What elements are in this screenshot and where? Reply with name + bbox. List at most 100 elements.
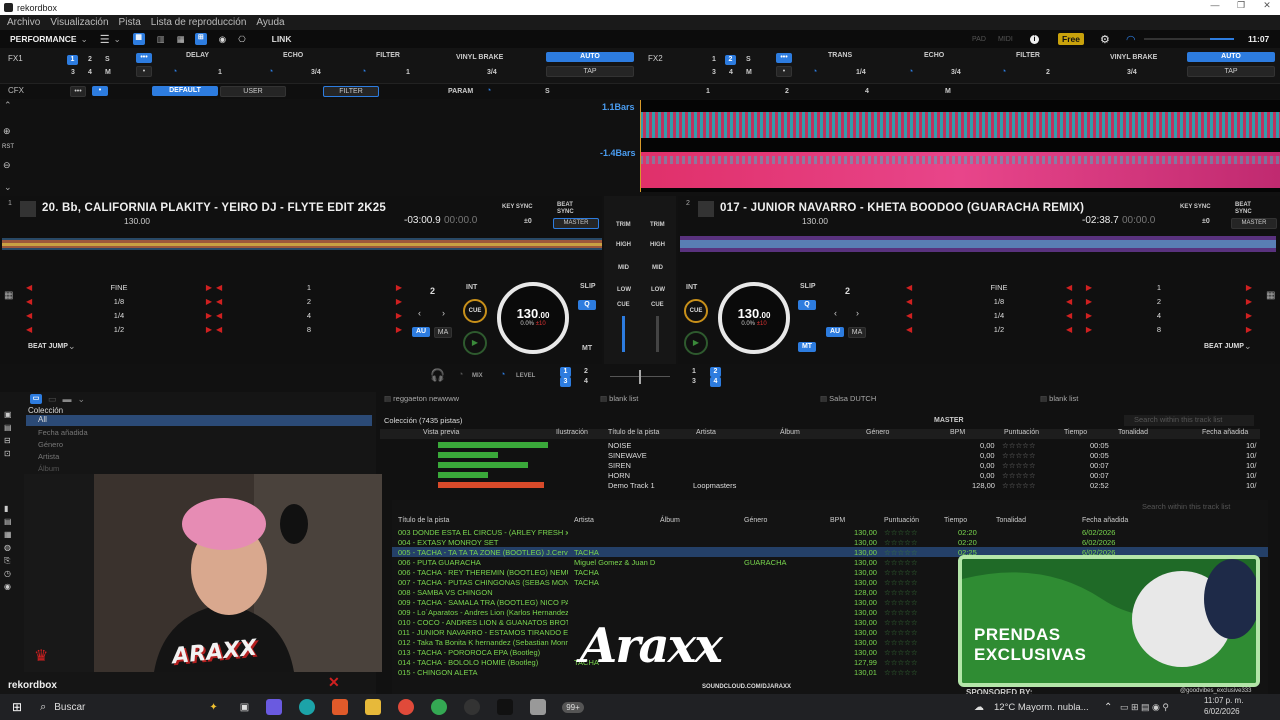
tray-icons[interactable]: ▭ ⊞ ▤ ◉ ⚲: [1120, 702, 1169, 713]
fx2-knob-1-icon[interactable]: ◔: [812, 66, 817, 76]
enlarged-waveform[interactable]: 1.1Bars -1.4Bars: [600, 100, 1280, 192]
mode-chevron-icon[interactable]: ⌄: [81, 34, 88, 45]
xf-assign-3[interactable]: 3: [560, 377, 571, 387]
fx1-btn-s[interactable]: S: [105, 56, 110, 63]
deck1-bj-fwd-4[interactable]: ▶: [396, 311, 402, 320]
sampler-icon[interactable]: ⎔: [238, 34, 245, 45]
layout-icon[interactable]: ☰: [100, 33, 110, 46]
fx2-btn-m[interactable]: M: [746, 69, 752, 76]
collection-icon[interactable]: ▣: [4, 408, 18, 421]
globe-icon[interactable]: ◍: [4, 541, 18, 554]
bookmark-icon[interactable]: ▮: [4, 502, 18, 515]
pl-col-artist[interactable]: Artista: [574, 517, 594, 524]
deck2-quantize-button[interactable]: Q: [798, 300, 816, 310]
fx2-btn-1[interactable]: 1: [712, 56, 716, 63]
deck1-bj-back-12[interactable]: ◀: [26, 325, 32, 334]
cfx-toggle-button[interactable]: •: [92, 86, 108, 96]
deck1-master-button[interactable]: MASTER: [553, 218, 599, 229]
cfx-filter-button[interactable]: FILTER: [323, 86, 379, 97]
copilot-app-icon[interactable]: [266, 699, 283, 715]
record-icon[interactable]: ◉: [219, 34, 226, 45]
deck1-int-button[interactable]: INT: [466, 284, 477, 291]
deck1-loop-prev-icon[interactable]: ‹: [418, 308, 421, 318]
maximize-button[interactable]: ❐: [1228, 0, 1254, 11]
col-rating[interactable]: Puntuación: [1004, 429, 1039, 436]
menu-archivo[interactable]: Archivo: [7, 17, 40, 28]
tiktok-icon[interactable]: [497, 699, 514, 715]
deck1-bj-back-fine[interactable]: ◀: [26, 283, 32, 292]
deck2-beat-jump-chevron-icon[interactable]: ⌄: [1244, 341, 1252, 352]
midi-button[interactable]: MIDI: [998, 36, 1013, 43]
deck1-key-sync[interactable]: KEY SYNC: [502, 204, 533, 210]
deck2-bj-back-1[interactable]: ◀: [1066, 283, 1072, 292]
deck2-key-offset[interactable]: ±0: [1202, 218, 1210, 225]
fx1-tap-button[interactable]: TAP: [546, 66, 634, 77]
deck2-bj-fwd-4[interactable]: ▶: [1246, 311, 1252, 320]
explorer-icon[interactable]: ⊟: [4, 434, 18, 447]
deck2-slip-button[interactable]: SLIP: [800, 283, 816, 290]
collection-header[interactable]: Colección: [28, 406, 63, 415]
collection-row[interactable]: Demo Track 1 Loopmasters 128,00 ☆☆☆☆☆ 02:52 1…: [380, 480, 1260, 490]
plan-badge[interactable]: Free: [1058, 33, 1084, 45]
fx2-vinyl-brake[interactable]: VINYL BRAKE: [1110, 54, 1157, 61]
fx1-more-button[interactable]: •••: [136, 53, 152, 63]
deck2-bj-back-12[interactable]: ◀: [906, 325, 912, 334]
deck1-slip-button[interactable]: SLIP: [580, 283, 596, 290]
grid-icon[interactable]: ▦: [4, 528, 18, 541]
store-icon[interactable]: [332, 699, 349, 715]
deck2-master-button[interactable]: MASTER: [1231, 218, 1277, 229]
playlist-row[interactable]: 004 - EXTASY MONROY SET 130,00 02:20 6/02/2…: [392, 537, 1268, 547]
fx2-beat-1[interactable]: 1/4: [856, 69, 866, 76]
fx2-btn-2[interactable]: 2: [725, 55, 736, 65]
chrome-icon[interactable]: [398, 699, 415, 715]
col-preview[interactable]: Vista previa: [423, 429, 459, 436]
deck2-loop-prev-icon[interactable]: ‹: [834, 308, 837, 318]
deck1-beat-jump-chevron-icon[interactable]: ⌄: [68, 341, 76, 352]
deck2-ma-button[interactable]: MA: [848, 327, 866, 338]
deck2-bj-back-fine[interactable]: ◀: [906, 283, 912, 292]
layout-chevron-icon[interactable]: ⌄: [114, 34, 121, 45]
disc-icon[interactable]: ◉: [4, 580, 18, 593]
fx2-tap-button[interactable]: TAP: [1187, 66, 1275, 77]
deck1-cue-play-button[interactable]: CUE: [463, 299, 487, 323]
crossfader-handle[interactable]: [639, 370, 641, 384]
menu-visualizacion[interactable]: Visualización: [50, 17, 108, 28]
deck2-au-button[interactable]: AU: [826, 327, 844, 337]
sidebar-item-album[interactable]: Álbum: [38, 464, 59, 473]
deck2-int-button[interactable]: INT: [686, 284, 697, 291]
fx1-btn-1[interactable]: 1: [67, 55, 78, 65]
mode-select[interactable]: PERFORMANCE: [10, 34, 77, 44]
deck1-bj-back-1[interactable]: ◀: [216, 283, 222, 292]
col-artist[interactable]: Artista: [696, 429, 716, 436]
fx2-toggle-button[interactable]: •: [776, 66, 792, 77]
deck2-bj-back-4[interactable]: ◀: [1066, 311, 1072, 320]
cfx-param-knob-icon[interactable]: ◔: [486, 85, 491, 95]
deck1-quantize-button[interactable]: Q: [578, 300, 596, 310]
browser-view-icon[interactable]: ▭: [30, 394, 42, 404]
xf-assign-2[interactable]: 2: [584, 368, 588, 375]
sidebar-item-genre[interactable]: Género: [38, 440, 63, 449]
master-select[interactable]: MASTER: [934, 417, 964, 424]
tab-salsa-dutch[interactable]: ▤ Salsa DUTCH: [820, 394, 1040, 406]
info-icon[interactable]: i: [1030, 34, 1039, 44]
mixer-cue-2[interactable]: CUE: [651, 302, 664, 308]
pl-col-bpm[interactable]: BPM: [830, 517, 845, 524]
view-grid-icon[interactable]: ▦: [177, 34, 185, 45]
deck2-bj-fwd-8[interactable]: ▶: [1246, 325, 1252, 334]
weather-text[interactable]: 12°C Mayorm. nubla...: [994, 702, 1089, 713]
deck1-bj-fwd-fine[interactable]: ▶: [206, 283, 212, 292]
fx1-beat-2[interactable]: 3/4: [311, 69, 321, 76]
fx2-effect-3[interactable]: FILTER: [1016, 52, 1040, 59]
start-icon[interactable]: ⊞: [12, 700, 22, 714]
pl-col-rating[interactable]: Puntuación: [884, 517, 919, 524]
deck2-bj-back-8[interactable]: ◀: [1066, 325, 1072, 334]
fx2-effect-2[interactable]: ECHO: [924, 52, 944, 59]
tag-icon[interactable]: ⎘: [4, 554, 18, 567]
fx2-vinyl-beat[interactable]: 3/4: [1127, 69, 1137, 76]
xf-assign-1[interactable]: 1: [560, 367, 571, 377]
deck1-bj-back-14[interactable]: ◀: [26, 311, 32, 320]
col-album[interactable]: Álbum: [780, 429, 800, 436]
deck1-bj-back-2[interactable]: ◀: [216, 297, 222, 306]
taskbar-date[interactable]: 6/02/2026: [1204, 707, 1240, 716]
deck2-bj-fwd-1[interactable]: ▶: [1246, 283, 1252, 292]
